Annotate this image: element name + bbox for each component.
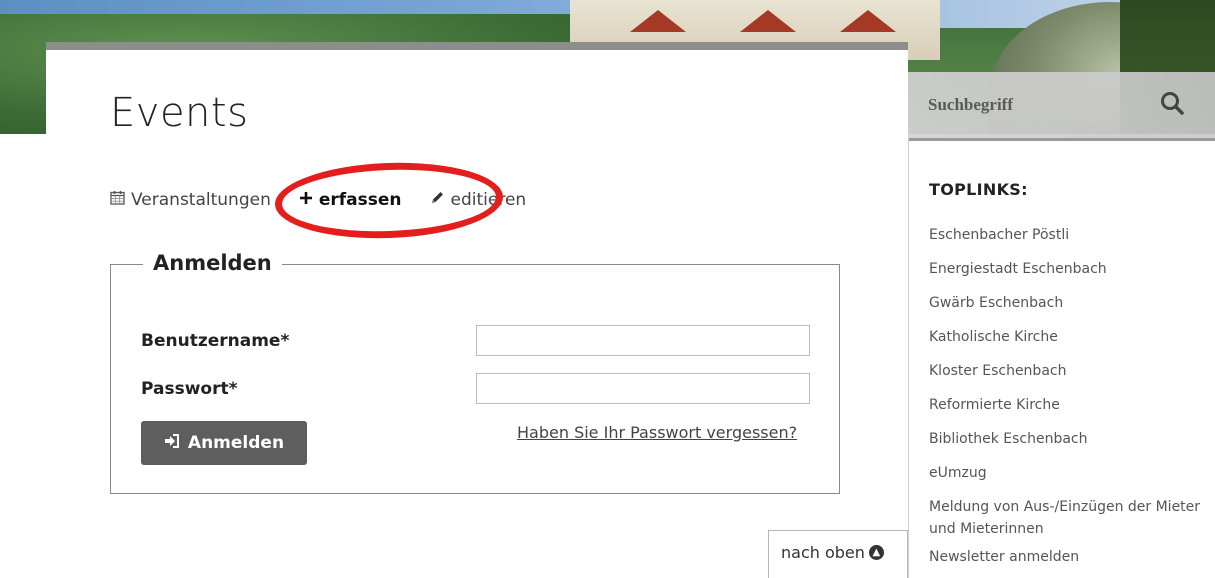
toplinks-heading: TOPLINKS: <box>929 180 1028 199</box>
username-input[interactable] <box>476 325 810 356</box>
login-fieldset: Anmelden Benutzername* Passwort* Anmelde… <box>110 251 840 494</box>
login-submit-label: Anmelden <box>187 433 285 453</box>
subnav-label: erfassen <box>318 190 402 210</box>
main-content: Events Veranstaltungen erfassen editiere… <box>46 42 908 578</box>
toplink-item[interactable]: Eschenbacher Pöstli <box>929 224 1209 246</box>
login-legend: Anmelden <box>143 251 282 275</box>
login-submit-button[interactable]: Anmelden <box>141 421 307 465</box>
events-subnav: Veranstaltungen erfassen editieren <box>110 188 554 212</box>
page: Events Veranstaltungen erfassen editiere… <box>0 0 1215 578</box>
subnav-veranstaltungen-link[interactable]: Veranstaltungen <box>110 190 271 210</box>
sidebar-border <box>908 138 909 578</box>
banner-roof <box>840 10 896 32</box>
toplinks-list: Eschenbacher Pöstli Energiestadt Eschenb… <box>929 224 1209 578</box>
subnav-erfassen-link[interactable]: erfassen <box>299 190 402 210</box>
banner-roof <box>740 10 796 32</box>
toplink-item[interactable]: Katholische Kirche <box>929 326 1209 348</box>
subnav-label: Veranstaltungen <box>131 190 271 210</box>
toplink-item[interactable]: eUmzug <box>929 462 1209 484</box>
toplink-item[interactable]: Gwärb Eschenbach <box>929 292 1209 314</box>
toplink-item[interactable]: Meldung von Aus-/Einzügen der Mieter und… <box>929 496 1209 540</box>
sidebar-divider <box>908 138 1215 141</box>
subnav-label: editieren <box>450 190 527 210</box>
toplink-item[interactable]: Kloster Eschenbach <box>929 360 1209 382</box>
sign-in-icon <box>164 434 180 452</box>
search-input[interactable] <box>928 88 1148 122</box>
search-icon[interactable] <box>1158 89 1188 119</box>
pencil-icon <box>430 190 445 210</box>
back-to-top-label: nach oben <box>781 543 865 562</box>
plus-icon <box>299 190 313 210</box>
page-title: Events <box>110 90 249 136</box>
toplink-item[interactable]: Bibliothek Eschenbach <box>929 428 1209 450</box>
chevron-up-icon: ▲ <box>868 545 884 560</box>
toplink-item[interactable]: Newsletter anmelden <box>929 546 1209 568</box>
toplink-item[interactable]: Reformierte Kirche <box>929 394 1209 416</box>
search-box <box>908 72 1215 138</box>
forgot-password-link[interactable]: Haben Sie Ihr Passwort vergessen? <box>517 423 797 442</box>
username-label: Benutzername* <box>141 331 290 351</box>
back-to-top-button[interactable]: nach oben ▲ <box>768 530 908 578</box>
calendar-icon <box>110 190 125 210</box>
banner-roof <box>630 10 686 32</box>
password-input[interactable] <box>476 373 810 404</box>
subnav-editieren-link[interactable]: editieren <box>430 190 527 210</box>
password-label: Passwort* <box>141 379 238 399</box>
toplink-item[interactable]: Energiestadt Eschenbach <box>929 258 1209 280</box>
